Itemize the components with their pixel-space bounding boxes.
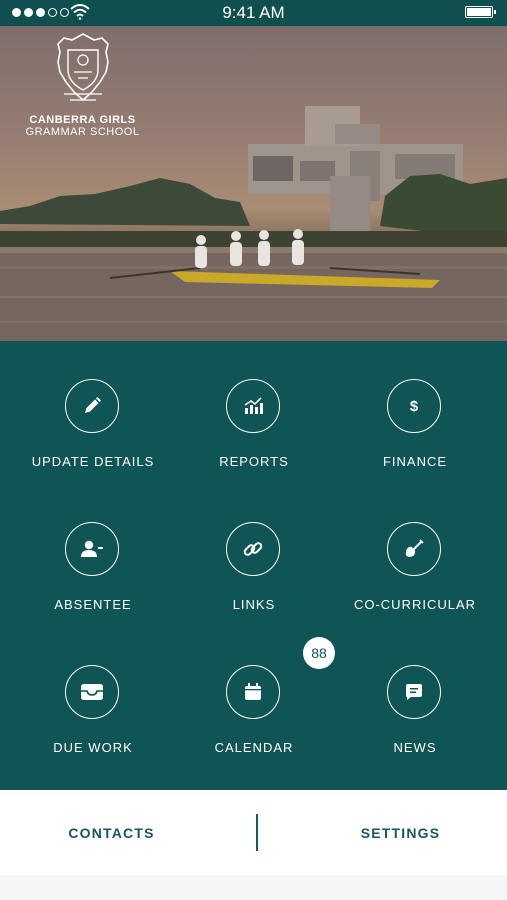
bar-chart-icon bbox=[226, 379, 280, 433]
menu-label-finance: FINANCE bbox=[382, 454, 448, 469]
school-name-line1: CANBERRA GIRLS bbox=[29, 114, 136, 126]
status-time: 9:41 AM bbox=[222, 3, 285, 22]
menu-label-calendar: CALENDAR bbox=[214, 740, 294, 755]
menu-item-reports[interactable]: REPORTS bbox=[170, 379, 338, 499]
inbox-tray-icon bbox=[65, 665, 119, 719]
pencil-icon bbox=[65, 379, 119, 433]
menu-label-co-curricular: CO-CURRICULAR bbox=[353, 597, 477, 612]
menu-item-absentee[interactable]: ABSENTEE bbox=[9, 522, 177, 642]
menu-label-due-work: DUE WORK bbox=[53, 740, 133, 755]
menu-grid: UPDATE DETAILS REPORTS $ FINANCE ABSENTE… bbox=[0, 341, 507, 790]
menu-item-finance[interactable]: $ FINANCE bbox=[331, 379, 499, 499]
menu-item-co-curricular[interactable]: CO-CURRICULAR bbox=[331, 522, 499, 642]
chat-bubble-icon bbox=[387, 665, 441, 719]
menu-label-news: NEWS bbox=[393, 740, 437, 755]
hero-image: CANBERRA GIRLS GRAMMAR SCHOOL bbox=[0, 26, 507, 341]
menu-item-calendar[interactable]: CALENDAR bbox=[170, 665, 338, 785]
calendar-icon bbox=[226, 665, 280, 719]
menu-label-absentee: ABSENTEE bbox=[54, 597, 132, 612]
dollar-icon: $ bbox=[387, 379, 441, 433]
contacts-button[interactable]: CONTACTS bbox=[0, 790, 238, 875]
svg-text:$: $ bbox=[410, 398, 419, 415]
person-minus-icon bbox=[65, 522, 119, 576]
menu-item-links[interactable]: LINKS bbox=[170, 522, 338, 642]
battery-icon bbox=[465, 6, 496, 18]
calendar-badge: 88 bbox=[303, 637, 335, 669]
settings-button[interactable]: SETTINGS bbox=[274, 790, 507, 875]
bottom-bar-divider bbox=[256, 814, 258, 851]
menu-label-links: LINKS bbox=[232, 597, 276, 612]
school-name-line2: GRAMMAR SCHOOL bbox=[25, 126, 140, 138]
menu-label-update-details: UPDATE DETAILS bbox=[31, 454, 155, 469]
menu-item-update-details[interactable]: UPDATE DETAILS bbox=[9, 379, 177, 499]
menu-item-news[interactable]: NEWS bbox=[331, 665, 499, 785]
menu-label-reports: REPORTS bbox=[219, 454, 289, 469]
bottom-bar: CONTACTS SETTINGS bbox=[0, 790, 507, 875]
guitar-icon bbox=[387, 522, 441, 576]
link-icon bbox=[226, 522, 280, 576]
school-crest-icon bbox=[57, 33, 109, 102]
menu-item-due-work[interactable]: DUE WORK bbox=[9, 665, 177, 785]
status-bar: 9:41 AM bbox=[0, 0, 507, 26]
